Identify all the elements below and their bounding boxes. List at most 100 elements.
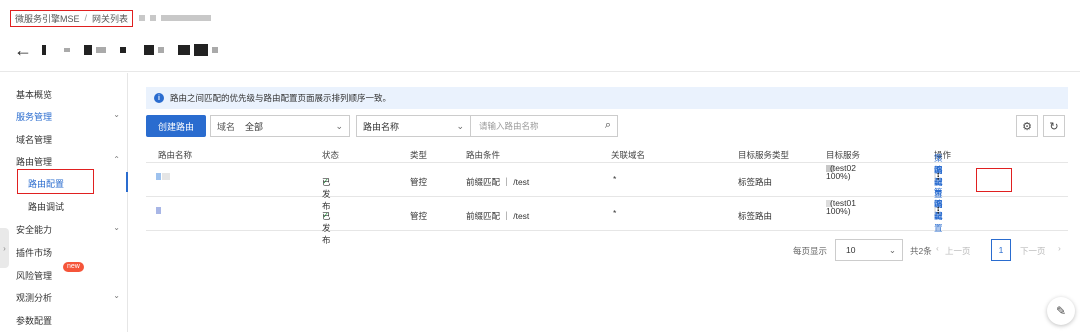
redacted-block (144, 45, 154, 55)
chevron-down-icon: ⌄ (456, 121, 464, 131)
more-icon[interactable]: ⋮ (934, 171, 943, 182)
active-indicator (126, 172, 128, 192)
edit-highlight-box (976, 168, 1012, 192)
chevron-left-icon: ‹ (936, 243, 939, 253)
domain-select[interactable]: 域名 全部 ⌄ (210, 115, 350, 137)
column-header: 路由名称 (158, 150, 193, 160)
sidebar-item-risk-management[interactable]: 风险管理 new (16, 262, 124, 282)
routes-table: 路由名称 状态 类型 路由条件 关联域名 目标服务类型 目标服务 操作 ✓ 已发布… (146, 145, 1068, 245)
info-icon: i (154, 93, 164, 103)
gear-icon: ⚙ (1022, 120, 1032, 133)
edit-pen-icon: ✎ (1055, 304, 1067, 318)
sidebar-item-overview[interactable]: 基本概览 (16, 88, 124, 101)
search-icon[interactable]: ⌕ (605, 119, 611, 132)
type-cell: 管控 (410, 211, 428, 221)
total-count: 共2条 (910, 246, 932, 256)
domain-select-label: 域名 (217, 121, 236, 132)
breadcrumb-redacted (139, 15, 212, 21)
chevron-down-icon: ⌄ (113, 291, 120, 300)
sidebar: 基本概览 服务管理 ⌄ 域名管理 路由管理 ⌃ 路由配置 路由调试 安全能力 ⌄… (0, 73, 128, 332)
target-service-cell: (test02 100%) (826, 163, 916, 181)
redacted-block (158, 47, 164, 53)
sidebar-item-service-management[interactable]: 服务管理 ⌄ (16, 110, 124, 123)
search-input[interactable]: 请输入路由名称 ⌕ (471, 115, 618, 137)
sidebar-item-observability[interactable]: 观测分析 ⌄ (16, 291, 124, 304)
more-icon[interactable]: ⋮ (934, 205, 943, 216)
redacted-block (64, 48, 70, 52)
sidebar-item-label: 参数配置 (16, 316, 53, 326)
column-header: 状态 (322, 150, 340, 160)
search-field-select[interactable]: 路由名称 ⌄ (356, 115, 471, 137)
column-header: 路由条件 (466, 150, 501, 160)
sidebar-collapse-handle[interactable]: › (0, 228, 9, 268)
sidebar-item-label: 风险管理 (16, 271, 53, 281)
page-title-redacted (42, 44, 218, 56)
sidebar-item-label: 插件市场 (16, 248, 53, 258)
sidebar-item-label: 观测分析 (16, 293, 53, 303)
redacted-block (42, 45, 46, 55)
redacted-block (178, 45, 190, 55)
table-row[interactable]: ✓ 已发布 管控 前缀匹配 ｜ /test * 标签路由 (test01 100%… (146, 187, 1068, 245)
redacted-block (84, 45, 92, 55)
prev-page-button[interactable]: 上一页 (945, 245, 971, 257)
service-suffix: (test02 (830, 163, 856, 173)
breadcrumb: 微服务引擎MSE / 网关列表 (10, 9, 212, 27)
chevron-up-icon: ⌃ (113, 155, 120, 164)
refresh-button[interactable]: ↻ (1043, 115, 1065, 137)
pagination: 每页显示 10 ⌄ 共2条 ‹ 上一页 1 下一页 › (138, 239, 1068, 263)
chevron-down-icon: ⌄ (113, 223, 120, 232)
search-field-value: 路由名称 (363, 121, 400, 132)
feedback-button[interactable]: ✎ (1047, 297, 1075, 325)
main-content: i 路由之间匹配的优先级与路由配置页面展示排列顺序一致。 创建路由 域名 全部 … (138, 73, 1080, 332)
page-header: 微服务引擎MSE / 网关列表 ← (0, 0, 1080, 72)
sidebar-item-parameters[interactable]: 参数配置 (16, 314, 124, 327)
page-number-current[interactable]: 1 (991, 239, 1011, 261)
table-header: 路由名称 状态 类型 路由条件 关联域名 目标服务类型 目标服务 操作 (146, 145, 1068, 163)
search-placeholder: 请输入路由名称 (479, 121, 539, 131)
info-notice: i 路由之间匹配的优先级与路由配置页面展示排列顺序一致。 (146, 87, 1068, 109)
per-page-select[interactable]: 10 ⌄ (835, 239, 903, 261)
target-type-cell: 标签路由 (738, 211, 773, 221)
sidebar-item-label: 基本概览 (16, 90, 53, 100)
per-page-label: 每页显示 (793, 246, 828, 256)
page-title-row: ← (14, 40, 218, 60)
breadcrumb-current-link[interactable]: 网关列表 (92, 12, 128, 25)
refresh-icon: ↻ (1049, 120, 1059, 133)
settings-button[interactable]: ⚙ (1016, 115, 1038, 137)
chevron-right-icon: › (3, 243, 6, 253)
sidebar-item-domain-management[interactable]: 域名管理 (16, 133, 124, 146)
type-cell: 管控 (410, 177, 428, 187)
breadcrumb-highlight-box: 微服务引擎MSE / 网关列表 (10, 9, 134, 27)
sidebar-item-label: 安全能力 (16, 225, 53, 235)
condition-cell: 前缀匹配 ｜ /test (466, 211, 530, 221)
breadcrumb-root-link[interactable]: 微服务引擎MSE (15, 12, 80, 25)
sidebar-item-security[interactable]: 安全能力 ⌄ (16, 223, 124, 236)
toolbar: 创建路由 域名 全部 ⌄ 路由名称 ⌄ 请输入路由名称 ⌕ ⚙ ↻ (146, 115, 1068, 139)
table-row[interactable]: ✓ 已发布 管控 前缀匹配 ｜ /test * 标签路由 (test02 100%… (146, 153, 1068, 211)
domain-cell: * (613, 174, 617, 184)
redacted-block (162, 172, 170, 180)
sidebar-item-label: 服务管理 (16, 112, 53, 122)
domain-select-value: 全部 (245, 121, 264, 132)
sidebar-item-plugin-market[interactable]: 插件市场 (16, 246, 124, 259)
redacted-block (120, 47, 126, 53)
create-route-button[interactable]: 创建路由 (146, 115, 206, 137)
chevron-right-icon: › (1058, 243, 1061, 253)
column-header: 目标服务类型 (738, 150, 790, 160)
breadcrumb-separator: / (84, 13, 88, 23)
chevron-down-icon: ⌄ (335, 121, 343, 131)
next-page-button[interactable]: 下一页 (1020, 245, 1046, 257)
sidebar-item-route-config[interactable]: 路由配置 (28, 177, 64, 190)
redacted-block (194, 44, 208, 56)
sidebar-item-route-management[interactable]: 路由管理 ⌃ (16, 155, 124, 168)
redacted-block (156, 172, 161, 180)
new-badge: new (63, 262, 84, 272)
per-page-value: 10 (846, 245, 856, 255)
chevron-down-icon: ⌄ (888, 245, 896, 255)
domain-cell: * (613, 208, 617, 218)
sidebar-item-route-debug[interactable]: 路由调试 (28, 200, 64, 213)
redacted-block (156, 206, 161, 214)
condition-cell: 前缀匹配 ｜ /test (466, 177, 530, 187)
column-header: 关联域名 (611, 150, 646, 160)
arrow-left-icon[interactable]: ← (14, 41, 32, 59)
